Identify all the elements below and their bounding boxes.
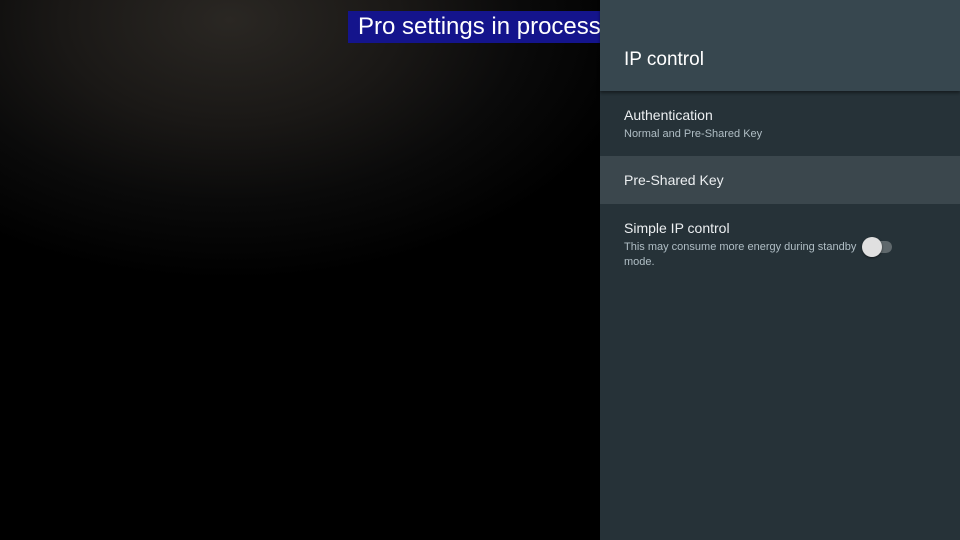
toggle-thumb <box>862 237 882 257</box>
menu-item-pre-shared-key[interactable]: Pre-Shared Key <box>600 156 960 204</box>
menu-item-authentication[interactable]: Authentication Normal and Pre-Shared Key <box>600 91 960 155</box>
panel-header: IP control <box>600 0 960 91</box>
panel-title: IP control <box>624 49 704 70</box>
simple-ip-control-title: Simple IP control <box>624 220 730 236</box>
authentication-title: Authentication <box>624 107 713 123</box>
pre-shared-key-title: Pre-Shared Key <box>624 172 724 188</box>
pro-settings-banner: Pro settings in process <box>348 11 611 43</box>
menu-item-simple-ip-control[interactable]: Simple IP control This may consume more … <box>600 204 960 280</box>
ip-control-panel: IP control Authentication Normal and Pre… <box>600 0 960 540</box>
tv-screen: Pro settings in process IP control Authe… <box>0 0 960 540</box>
video-background <box>0 0 600 540</box>
simple-ip-control-summary: This may consume more energy during stan… <box>624 241 857 268</box>
simple-ip-control-toggle[interactable] <box>862 237 892 257</box>
authentication-summary: Normal and Pre-Shared Key <box>624 128 763 140</box>
